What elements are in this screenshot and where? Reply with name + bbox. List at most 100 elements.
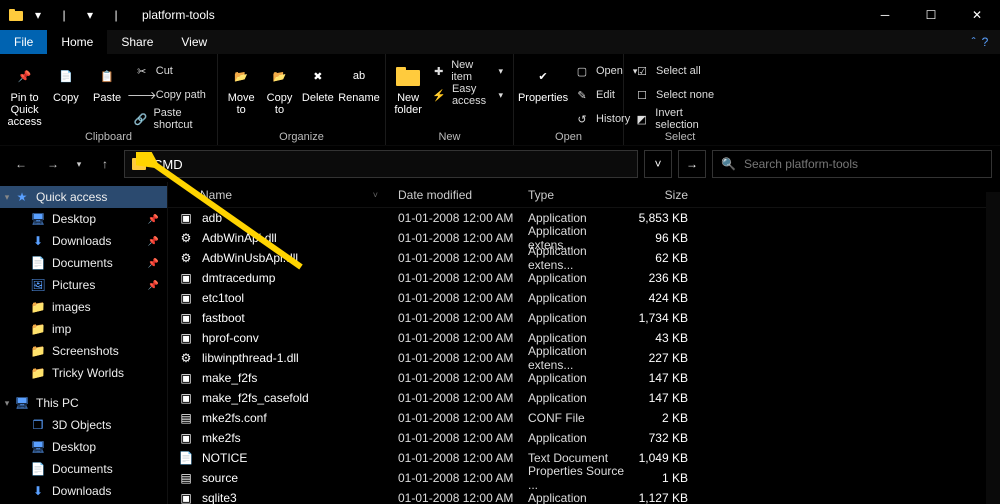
nav-row: ← → ▾ ↑ ˅ → 🔍 Search platform-tools	[0, 146, 1000, 182]
file-row[interactable]: ▣etc1tool 01-01-2008 12:00 AM Applicatio…	[168, 288, 1000, 308]
sidebar-item[interactable]: 🖼Pictures📌	[0, 274, 167, 296]
paste-shortcut-button[interactable]: 🔗Paste shortcut	[130, 108, 211, 130]
copy-to-button[interactable]: 📂Copy to	[262, 58, 296, 116]
file-row[interactable]: ▤source 01-01-2008 12:00 AM Properties S…	[168, 468, 1000, 488]
sidebar-item[interactable]: 📁Tricky Worlds	[0, 362, 167, 384]
paste-button[interactable]: 📋Paste	[89, 58, 126, 104]
tab-home[interactable]: Home	[47, 30, 107, 54]
address-bar[interactable]	[124, 150, 638, 178]
cube-icon: ❒	[30, 417, 46, 433]
file-row[interactable]: ▣dmtracedump 01-01-2008 12:00 AM Applica…	[168, 268, 1000, 288]
star-icon: ★	[14, 189, 30, 205]
pin-quick-access-button[interactable]: 📌Pin to Quick access	[6, 58, 43, 128]
maximize-button[interactable]: ☐	[908, 0, 954, 30]
pin-icon: 📌	[148, 236, 159, 247]
file-row[interactable]: ⚙libwinpthread-1.dll 01-01-2008 12:00 AM…	[168, 348, 1000, 368]
sidebar-item[interactable]: ❒3D Objects	[0, 414, 167, 436]
save-icon[interactable]: ▾	[30, 7, 46, 23]
select-all-button[interactable]: ☑Select all	[630, 60, 730, 82]
help-icon[interactable]: ?	[982, 35, 989, 49]
sidebar-item[interactable]: 📄Documents	[0, 458, 167, 480]
col-date-header[interactable]: Date modified	[388, 188, 518, 202]
select-none-button[interactable]: ☐Select none	[630, 84, 730, 106]
chevron-down-icon[interactable]: ▾	[2, 398, 12, 409]
file-name: AdbWinApi.dll	[202, 231, 277, 245]
invert-icon: ◩	[634, 111, 649, 127]
file-type: Application	[518, 391, 628, 405]
folder-icon: 📁	[30, 299, 46, 315]
easy-access-button[interactable]: ⚡Easy access▾	[428, 84, 507, 106]
properties-button[interactable]: ✔Properties	[520, 58, 566, 104]
file-row[interactable]: ▣sqlite3 01-01-2008 12:00 AM Application…	[168, 488, 1000, 504]
address-history-dropdown[interactable]: ˅	[644, 150, 672, 178]
copyto-icon: 📂	[263, 60, 295, 92]
file-size: 227 KB	[628, 351, 698, 365]
download-icon: ⬇	[30, 483, 46, 499]
file-name: AdbWinUsbApi.dll	[202, 251, 298, 265]
tab-share[interactable]: Share	[107, 30, 167, 54]
sidebar-quick-access[interactable]: ▾★Quick access	[0, 186, 167, 208]
folder-icon: 📁	[30, 321, 46, 337]
file-size: 2 KB	[628, 411, 698, 425]
back-button[interactable]: ←	[8, 151, 34, 177]
file-date: 01-01-2008 12:00 AM	[388, 411, 518, 425]
sidebar-item[interactable]: 📄Documents📌	[0, 252, 167, 274]
file-size: 62 KB	[628, 251, 698, 265]
history-icon: ↺	[574, 111, 590, 127]
ribbon-tabs: File Home Share View ˆ?	[0, 30, 1000, 54]
scrollbar[interactable]	[986, 192, 1000, 504]
file-icon: ⚙	[178, 250, 194, 266]
address-input[interactable]	[153, 157, 631, 172]
sidebar-item-label: Documents	[52, 256, 113, 270]
search-box[interactable]: 🔍 Search platform-tools	[712, 150, 992, 178]
col-type-header[interactable]: Type	[518, 188, 628, 202]
delete-icon: ✖	[302, 60, 334, 92]
sidebar-item[interactable]: 🖥Desktop	[0, 436, 167, 458]
file-row[interactable]: ▣fastboot 01-01-2008 12:00 AM Applicatio…	[168, 308, 1000, 328]
sidebar-item[interactable]: ⬇Downloads	[0, 480, 167, 502]
file-row[interactable]: ⚙AdbWinUsbApi.dll 01-01-2008 12:00 AM Ap…	[168, 248, 1000, 268]
file-row[interactable]: ▤mke2fs.conf 01-01-2008 12:00 AM CONF Fi…	[168, 408, 1000, 428]
sidebar-item[interactable]: 📁Screenshots	[0, 340, 167, 362]
file-row[interactable]: ▣make_f2fs 01-01-2008 12:00 AM Applicati…	[168, 368, 1000, 388]
tab-file[interactable]: File	[0, 30, 47, 54]
file-size: 5,853 KB	[628, 211, 698, 225]
rename-button[interactable]: abRename	[339, 58, 379, 104]
sidebar-item-label: Downloads	[52, 234, 111, 248]
file-date: 01-01-2008 12:00 AM	[388, 251, 518, 265]
move-to-button[interactable]: 📂Move to	[224, 58, 258, 116]
ribbon: 📌Pin to Quick access 📄Copy 📋Paste ✂Cut 🡒…	[0, 54, 1000, 146]
copy-button[interactable]: 📄Copy	[47, 58, 84, 104]
selectnone-icon: ☐	[634, 87, 650, 103]
sidebar-item[interactable]: 🖥Desktop📌	[0, 208, 167, 230]
new-item-button[interactable]: ✚New item▾	[428, 60, 507, 82]
collapse-ribbon-icon[interactable]: ˆ	[972, 35, 976, 49]
sidebar-item[interactable]: 📁images	[0, 296, 167, 318]
new-folder-button[interactable]: New folder	[392, 58, 424, 116]
file-row[interactable]: ▣make_f2fs_casefold 01-01-2008 12:00 AM …	[168, 388, 1000, 408]
invert-selection-button[interactable]: ◩Invert selection	[630, 108, 730, 130]
tab-view[interactable]: View	[167, 30, 221, 54]
forward-button[interactable]: →	[40, 151, 66, 177]
file-date: 01-01-2008 12:00 AM	[388, 271, 518, 285]
go-button[interactable]: →	[678, 150, 706, 178]
desktop-icon: 🖥	[30, 211, 46, 227]
col-name-header[interactable]: Name˅	[168, 188, 388, 202]
sidebar-item[interactable]: 📁imp	[0, 318, 167, 340]
minimize-button[interactable]: ─	[862, 0, 908, 30]
file-row[interactable]: ▣mke2fs 01-01-2008 12:00 AM Application …	[168, 428, 1000, 448]
newitem-icon: ✚	[432, 63, 445, 79]
close-button[interactable]: ✕	[954, 0, 1000, 30]
cut-button[interactable]: ✂Cut	[130, 60, 211, 82]
recent-dropdown[interactable]: ▾	[72, 151, 86, 177]
sidebar-this-pc[interactable]: ▾🖥This PC	[0, 392, 167, 414]
up-button[interactable]: ↑	[92, 151, 118, 177]
file-date: 01-01-2008 12:00 AM	[388, 291, 518, 305]
copy-path-button[interactable]: 🡒Copy path	[130, 84, 211, 106]
col-size-header[interactable]: Size	[628, 188, 698, 202]
chevron-down-icon[interactable]: ▾	[2, 192, 12, 203]
scissors-icon: ✂	[134, 63, 150, 79]
sidebar-item[interactable]: ⬇Downloads📌	[0, 230, 167, 252]
delete-button[interactable]: ✖Delete	[301, 58, 335, 104]
overflow-icon[interactable]: ▾	[82, 7, 98, 23]
